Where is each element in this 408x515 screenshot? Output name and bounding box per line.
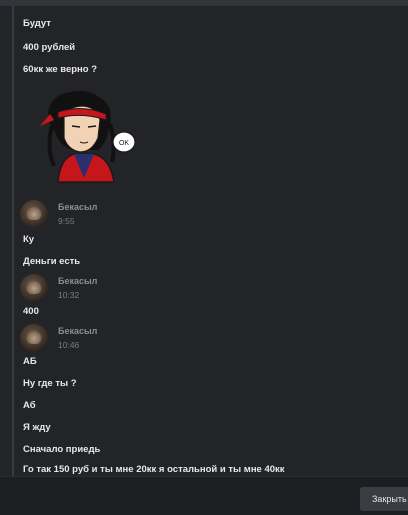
message-header: Бекасыл 10:32 [20,274,380,308]
message-text: Ну где ты ? [23,378,77,389]
timestamp: 9:55 [58,216,75,226]
timestamp: 10:32 [58,290,80,300]
message-text: 400 рублей [23,42,76,53]
message-text: 400 [23,306,39,317]
avatar[interactable] [20,200,48,228]
avatar[interactable] [20,324,48,352]
author-name[interactable]: Бекасыл [58,326,97,336]
author-name[interactable]: Бекасыл [58,202,97,212]
footer-bar: Закрыть [0,476,408,515]
message-text: Сначало приедь [23,444,101,455]
message-header: Бекасыл 9:55 [20,200,380,234]
anime-sticker: OK [40,90,136,183]
avatar[interactable] [20,274,48,302]
message-text: Го так 150 руб и ты мне 20кк я остальной… [23,464,285,475]
message-header: Бекасыл 10:46 [20,324,380,358]
author-name[interactable]: Бекасыл [58,276,97,286]
message-text: Деньги есть [23,256,81,267]
sticker-bubble-text: OK [119,140,129,147]
message-text: Будут [23,18,51,29]
message-text: Ку [23,234,35,245]
message-text: 60кк же верно ? [23,64,98,75]
timestamp: 10:46 [58,340,80,350]
message-text: Я жду [23,422,51,433]
message-text: Аб [23,400,36,411]
message-text: АБ [23,356,37,367]
close-button[interactable]: Закрыть [360,487,408,511]
chat-log[interactable]: Будут 400 рублей 60кк же верно ? OK Бека… [0,6,408,476]
